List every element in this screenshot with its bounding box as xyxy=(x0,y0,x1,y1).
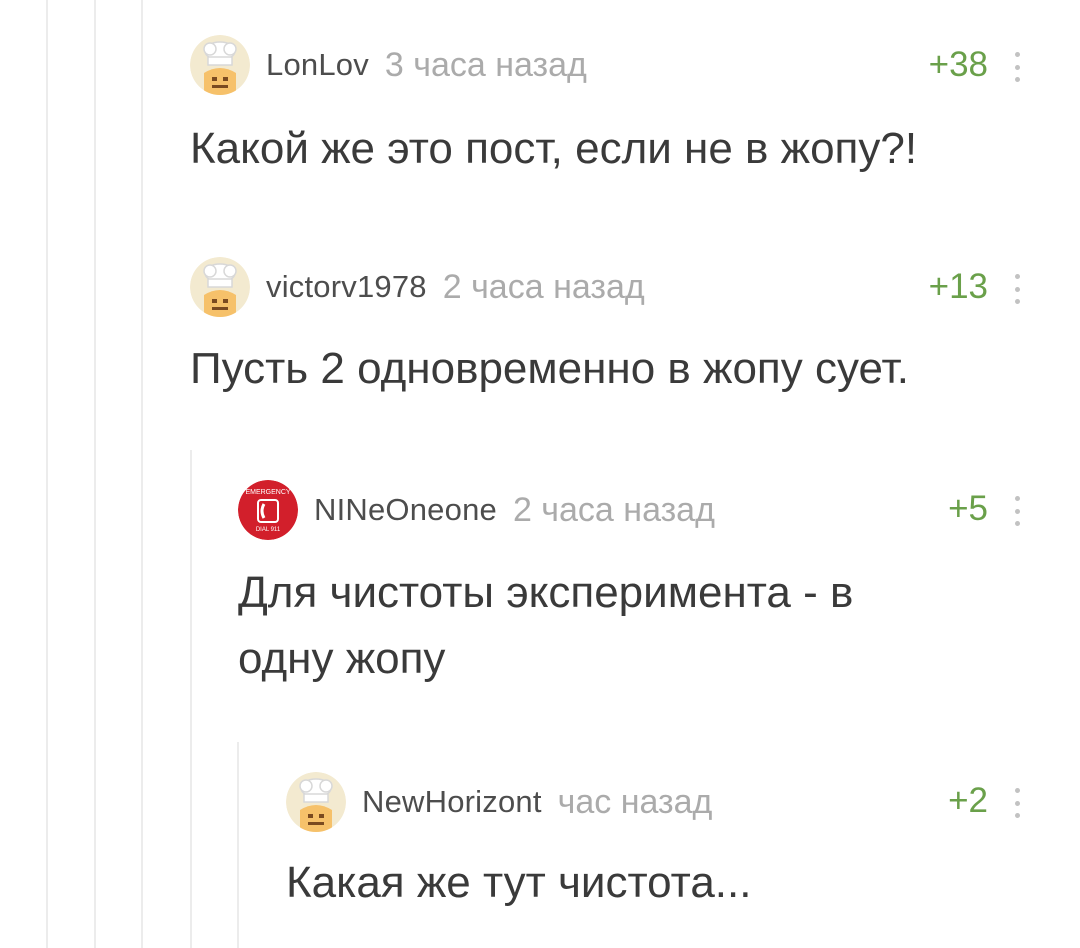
comment-time: 3 часа назад xyxy=(384,45,587,84)
comment-text-line: одну жопу xyxy=(238,634,446,683)
comment: victorv1978 2 часа назад +13 Пусть 2 одн… xyxy=(0,220,1080,440)
comment-text: Какая же тут чистота... xyxy=(286,858,752,907)
comment-score: +5 xyxy=(948,489,988,528)
comment-header: EMERGENCY DIAL 911 NINeOneone 2 часа наз… xyxy=(238,480,715,540)
svg-text:DIAL 911: DIAL 911 xyxy=(256,527,281,533)
comment-time: 2 часа назад xyxy=(512,490,715,529)
user-avatar[interactable] xyxy=(286,772,346,832)
comment-time: час назад xyxy=(557,782,713,821)
chef-avatar-icon xyxy=(190,35,250,95)
user-avatar[interactable]: EMERGENCY DIAL 911 xyxy=(238,480,298,540)
comment-menu-icon[interactable] xyxy=(1012,496,1022,526)
comment-menu-icon[interactable] xyxy=(1012,788,1022,818)
comment: NewHorizont час назад +2 Какая же тут чи… xyxy=(0,742,1080,948)
comment-text-line: Для чистоты эксперимента - в xyxy=(238,568,854,617)
comment-header: LonLov 3 часа назад xyxy=(190,35,587,95)
username-link[interactable]: NINeOneone xyxy=(314,492,497,528)
comment-score: +38 xyxy=(928,45,988,84)
emergency-phone-avatar-icon: EMERGENCY DIAL 911 xyxy=(238,480,298,540)
username-link[interactable]: LonLov xyxy=(266,47,369,83)
comment-menu-icon[interactable] xyxy=(1012,274,1022,304)
chef-avatar-icon xyxy=(286,772,346,832)
comment-score: +13 xyxy=(928,267,988,306)
comment-text: Пусть 2 одновременно в жопу сует. xyxy=(190,344,909,393)
comment: LonLov 3 часа назад +38 Какой же это пос… xyxy=(0,0,1080,220)
comment-score: +2 xyxy=(948,781,988,820)
comment: EMERGENCY DIAL 911 NINeOneone 2 часа наз… xyxy=(0,450,1080,740)
comment-text: Какой же это пост, если не в жопу?! xyxy=(190,124,918,173)
comment-header: victorv1978 2 часа назад xyxy=(190,257,645,317)
username-link[interactable]: NewHorizont xyxy=(362,784,542,820)
chef-avatar-icon xyxy=(190,257,250,317)
svg-text:EMERGENCY: EMERGENCY xyxy=(245,489,290,496)
user-avatar[interactable] xyxy=(190,35,250,95)
username-link[interactable]: victorv1978 xyxy=(266,269,427,305)
comment-menu-icon[interactable] xyxy=(1012,52,1022,82)
comment-header: NewHorizont час назад xyxy=(286,772,712,832)
user-avatar[interactable] xyxy=(190,257,250,317)
comment-time: 2 часа назад xyxy=(442,267,645,306)
